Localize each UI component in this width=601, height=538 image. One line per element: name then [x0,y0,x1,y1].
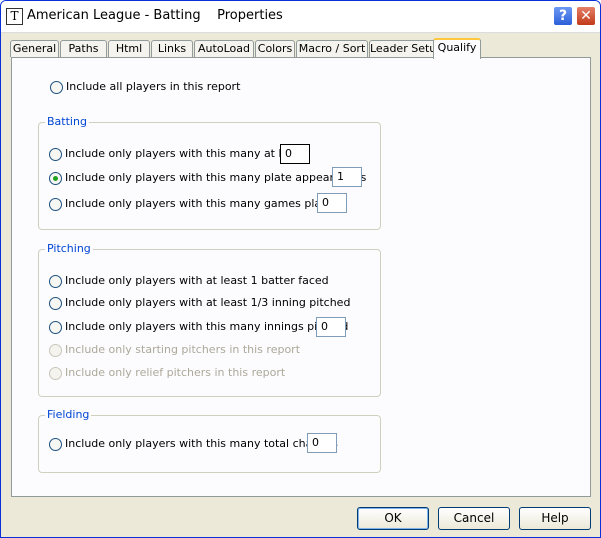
tab-general[interactable]: General [10,40,59,57]
option-at-bats[interactable]: Include only players with this many at b… [49,147,302,162]
radio-plate-appearances[interactable] [49,172,62,185]
at-bats-input[interactable]: 0 [280,144,310,164]
radio-games-played[interactable] [49,198,62,211]
tab-macro-sort[interactable]: Macro / Sort [296,40,368,57]
radio-at-bats[interactable] [49,148,62,161]
plate-appearances-input[interactable]: 1 [332,167,362,187]
tab-leader-setup[interactable]: Leader Setup [369,40,443,57]
tab-paths[interactable]: Paths [60,40,107,57]
app-icon: T [6,8,23,25]
qualify-panel: Include all players in this report Batti… [11,57,591,497]
ok-button[interactable]: OK [357,507,429,530]
option-all-players[interactable]: Include all players in this report [50,80,240,95]
help-button[interactable]: Help [519,507,591,530]
pitching-group-label: Pitching [45,242,93,255]
properties-dialog: T American League - Batting Properties ?… [0,0,601,538]
radio-total-chances[interactable] [49,438,62,451]
pitching-group: Pitching Include only players with at le… [38,242,381,397]
radio-all-players[interactable] [50,81,63,94]
tab-qualify[interactable]: Qualify [433,38,481,59]
tab-html[interactable]: Html [108,40,150,57]
innings-pitched-input[interactable]: 0 [316,317,346,337]
total-chances-input[interactable]: 0 [307,433,337,453]
radio-starting-pitchers [49,344,62,357]
fielding-group: Fielding Include only players with this … [38,408,381,473]
option-relief-pitchers: Include only relief pitchers in this rep… [49,366,285,381]
radio-batter-faced[interactable] [49,275,62,288]
games-played-input[interactable]: 0 [317,193,347,213]
option-starting-pitchers: Include only starting pitchers in this r… [49,343,300,358]
tab-links[interactable]: Links [151,40,193,57]
tab-colors[interactable]: Colors [255,40,295,57]
window-title: American League - Batting Properties [27,8,283,23]
radio-relief-pitchers [49,367,62,380]
title-bar[interactable]: T American League - Batting Properties ?… [1,1,600,33]
title-close-button[interactable]: ✕ [576,6,596,26]
option-inning-pitched[interactable]: Include only players with at least 1/3 i… [49,296,350,311]
option-innings-pitched[interactable]: Include only players with this many inni… [49,320,348,335]
option-games-played[interactable]: Include only players with this many game… [49,197,341,212]
batting-group: Batting Include only players with this m… [38,115,381,230]
batting-group-label: Batting [45,115,89,128]
fielding-group-label: Fielding [45,408,92,421]
title-help-button[interactable]: ? [553,6,573,26]
radio-inning-pitched[interactable] [49,297,62,310]
option-plate-appearances[interactable]: Include only players with this many plat… [49,171,366,186]
option-total-chances[interactable]: Include only players with this many tota… [49,437,338,452]
tab-autoload[interactable]: AutoLoad [194,40,254,57]
option-batter-faced[interactable]: Include only players with at least 1 bat… [49,274,329,289]
radio-innings-pitched[interactable] [49,321,62,334]
cancel-button[interactable]: Cancel [438,507,510,530]
